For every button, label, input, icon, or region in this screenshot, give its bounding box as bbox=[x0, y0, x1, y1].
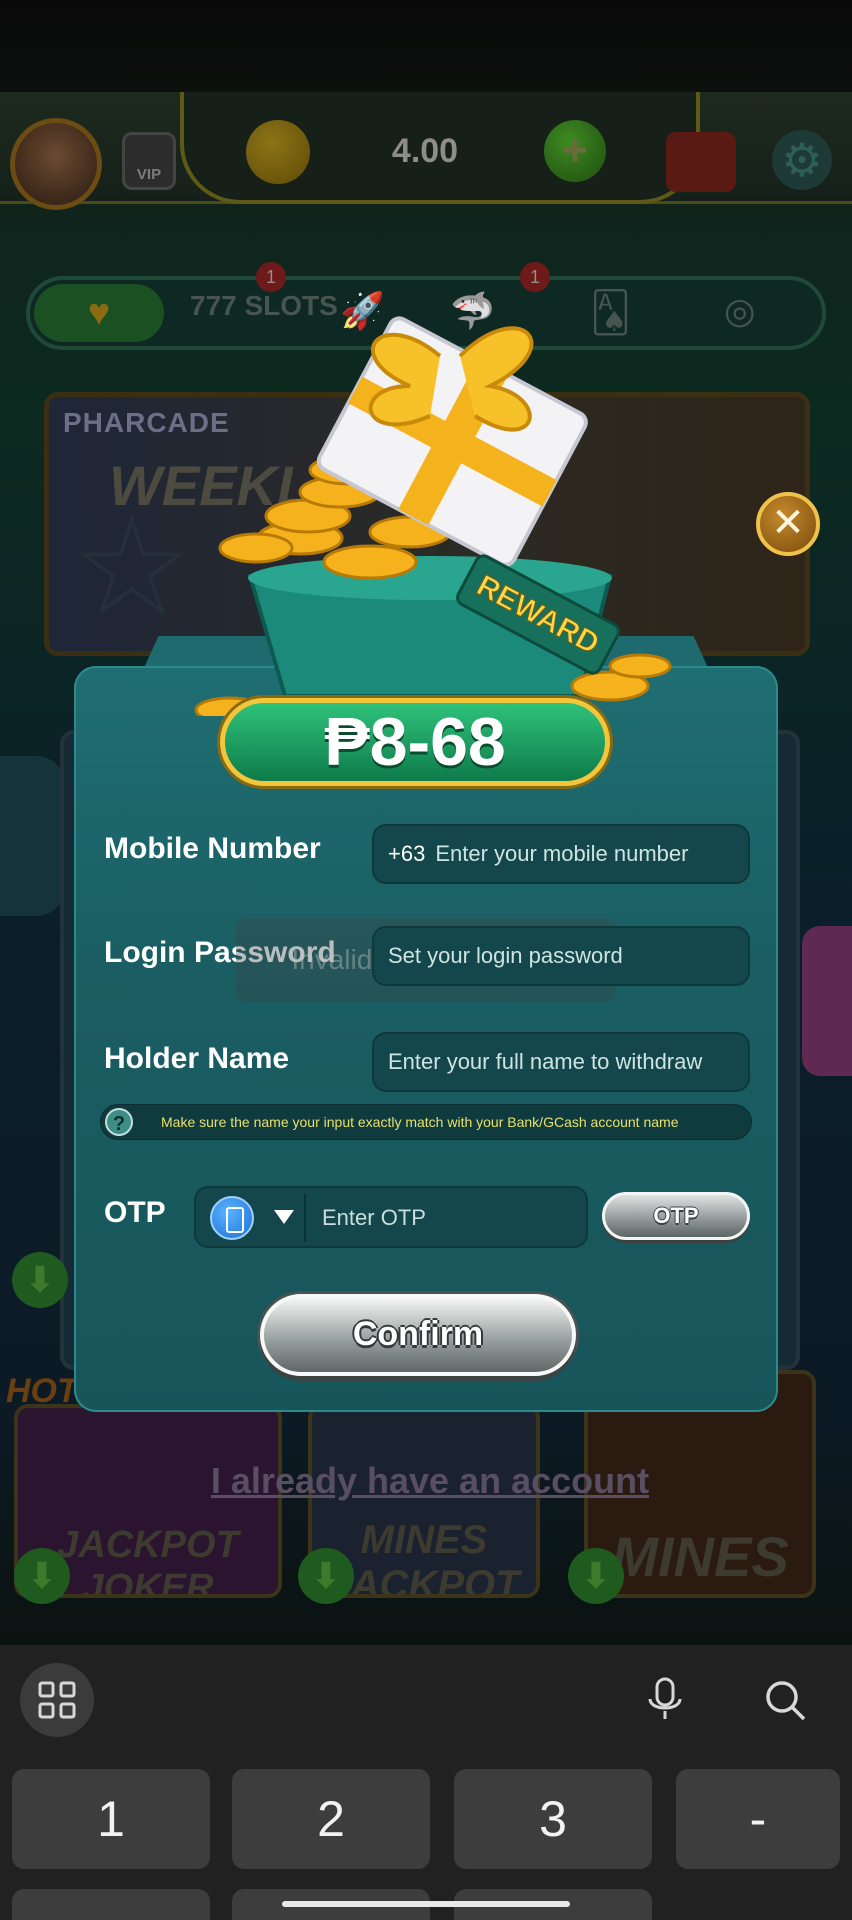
holder-name-placeholder: Enter your full name to withdraw bbox=[388, 1049, 703, 1074]
chevron-down-icon[interactable] bbox=[274, 1210, 294, 1224]
favorites-heart-icon[interactable]: ♥ bbox=[34, 284, 164, 342]
holder-name-label: Holder Name bbox=[104, 1042, 290, 1075]
otp-label: OTP bbox=[104, 1196, 166, 1229]
download-icon[interactable]: ⬇ bbox=[298, 1548, 354, 1604]
download-icon[interactable]: ⬇ bbox=[12, 1252, 68, 1308]
reward-amount: ₱8-68 bbox=[220, 698, 610, 786]
key-3[interactable]: 3 bbox=[454, 1769, 652, 1869]
gear-icon[interactable]: ⚙ bbox=[772, 130, 832, 190]
login-password-placeholder: Set your login password bbox=[388, 943, 623, 968]
home-indicator[interactable] bbox=[282, 1901, 570, 1907]
otp-field-group: Enter OTP bbox=[194, 1186, 588, 1248]
microphone-icon[interactable] bbox=[640, 1675, 690, 1725]
close-button[interactable]: ✕ bbox=[756, 492, 820, 556]
vip-badge[interactable]: VIP bbox=[122, 132, 176, 190]
login-password-field[interactable]: Set your login password bbox=[372, 926, 750, 986]
left-side-tab[interactable] bbox=[0, 756, 66, 916]
confirm-button[interactable]: Confirm bbox=[260, 1294, 576, 1376]
send-otp-button[interactable]: OTP bbox=[602, 1192, 750, 1240]
country-code-prefix: +63 bbox=[388, 841, 426, 866]
otp-divider bbox=[304, 1194, 306, 1242]
mobile-number-label: Mobile Number bbox=[104, 832, 321, 865]
already-have-account-link[interactable]: I already have an account bbox=[200, 1460, 660, 1502]
name-match-notice: ? Make sure the name your input exactly … bbox=[100, 1104, 752, 1140]
download-icon[interactable]: ⬇ bbox=[568, 1548, 624, 1604]
help-icon: ? bbox=[105, 1108, 133, 1136]
key-2[interactable]: 2 bbox=[232, 1769, 430, 1869]
right-side-tab[interactable] bbox=[802, 926, 852, 1076]
search-icon[interactable] bbox=[760, 1675, 810, 1725]
mobile-number-placeholder: Enter your mobile number bbox=[435, 841, 689, 866]
key-row2[interactable] bbox=[12, 1889, 210, 1920]
roulette-icon[interactable]: ◎ bbox=[724, 290, 755, 332]
key-1[interactable]: 1 bbox=[12, 1769, 210, 1869]
phone-icon[interactable] bbox=[210, 1196, 254, 1240]
holder-name-field[interactable]: Enter your full name to withdraw bbox=[372, 1032, 750, 1092]
reward-gift-illustration: REWARD bbox=[194, 316, 672, 716]
keyboard-apps-grid-icon[interactable] bbox=[20, 1663, 94, 1737]
avatar[interactable] bbox=[10, 118, 102, 210]
balance-value: 4.00 bbox=[391, 132, 459, 170]
otp-placeholder: Enter OTP bbox=[322, 1205, 426, 1230]
keyboard: 1 2 3 - bbox=[0, 1645, 852, 1920]
otp-input[interactable]: Enter OTP bbox=[322, 1188, 426, 1248]
download-icon[interactable]: ⬇ bbox=[14, 1548, 70, 1604]
mobile-number-field[interactable]: +63 Enter your mobile number bbox=[372, 824, 750, 884]
star-icon: ☆ bbox=[69, 488, 195, 645]
notice-text: Make sure the name your input exactly ma… bbox=[161, 1114, 679, 1130]
add-funds-button[interactable]: + bbox=[544, 120, 606, 182]
coin-icon bbox=[246, 120, 310, 184]
category-slots-badge: 1 bbox=[256, 262, 286, 292]
key-minus[interactable]: - bbox=[676, 1769, 840, 1869]
category-fish-badge: 1 bbox=[520, 262, 550, 292]
gift-icon[interactable] bbox=[666, 132, 736, 192]
